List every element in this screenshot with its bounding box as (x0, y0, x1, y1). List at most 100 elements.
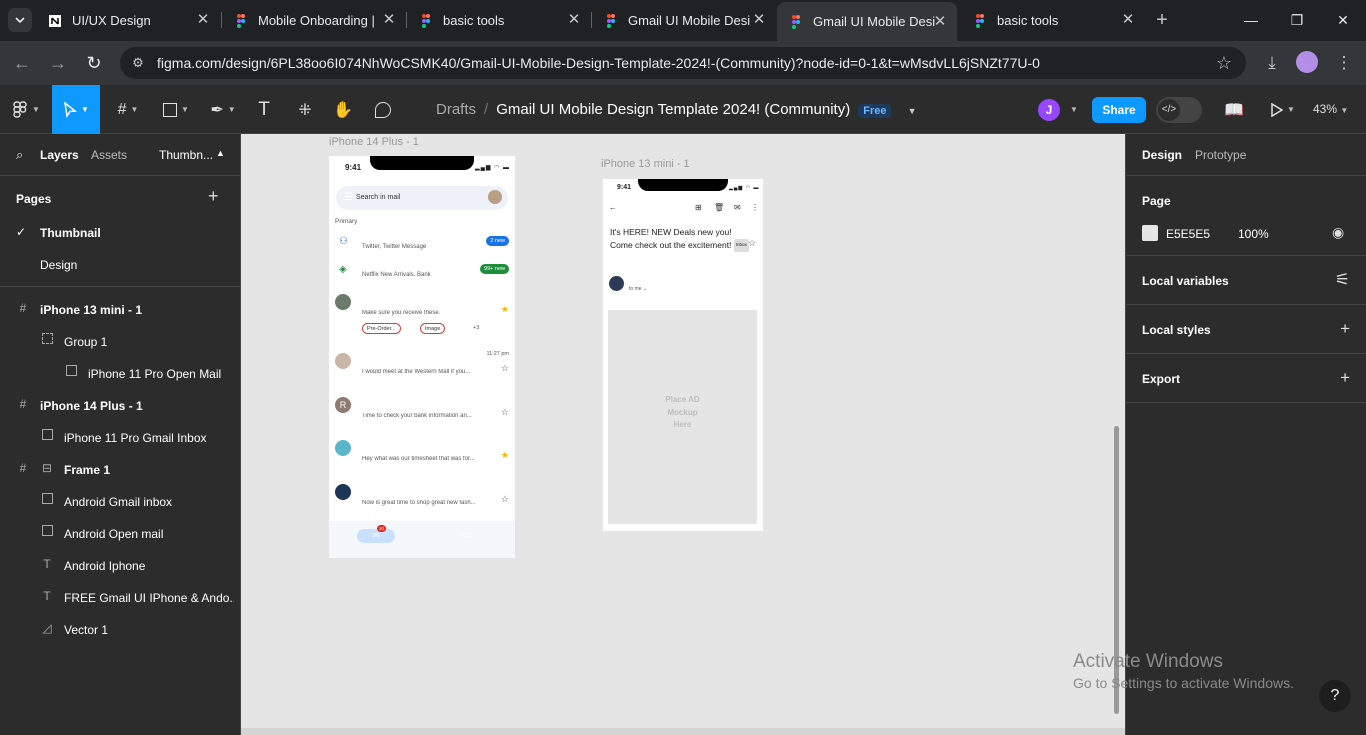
star-outline-icon[interactable]: ☆ (501, 494, 509, 505)
email-row[interactable]: Stephanie Everhill When do we meet again… (329, 350, 515, 394)
new-tab-icon[interactable]: + (1152, 10, 1172, 30)
shape-tool-button[interactable]: ▼ (156, 85, 196, 134)
text-tool-button[interactable]: T (252, 85, 276, 134)
tab-layers[interactable]: Layers (40, 148, 79, 162)
browser-tab[interactable]: UI/UX Design ✕ (36, 0, 220, 41)
help-button[interactable]: ? (1319, 680, 1351, 712)
reload-icon[interactable]: ↻ (82, 51, 106, 75)
close-tab-icon[interactable]: ✕ (382, 12, 396, 27)
star-filled-icon[interactable]: ★ (501, 304, 509, 315)
close-tab-icon[interactable]: ✕ (933, 14, 947, 29)
browser-tab[interactable]: Gmail UI Mobile Desi ✕ (592, 0, 776, 41)
close-window-icon[interactable]: ✕ (1335, 10, 1351, 30)
export-section[interactable]: Export + (1126, 354, 1366, 403)
mail-tab[interactable]: ✉ (357, 529, 395, 543)
present-button[interactable]: ▼ (1266, 85, 1300, 134)
email-row[interactable]: R Random Bank Online Random Bank Account… (329, 394, 515, 438)
share-button[interactable]: Share (1092, 97, 1146, 123)
breadcrumb-drafts[interactable]: Drafts (436, 101, 476, 118)
more-vertical-icon[interactable]: ⋮ (751, 203, 759, 212)
dev-mode-toggle[interactable]: </> (1156, 97, 1202, 123)
browser-menu-icon[interactable]: ⋮ (1332, 51, 1356, 75)
eye-icon[interactable]: ◉ (1332, 224, 1344, 241)
file-name[interactable]: Gmail UI Mobile Design Template 2024! (C… (496, 101, 850, 118)
zoom-level[interactable]: 43% ▼ (1313, 102, 1348, 116)
browser-tab[interactable]: basic tools ✕ (961, 0, 1145, 41)
forward-arrow-icon[interactable]: → (46, 51, 70, 75)
move-tool-button[interactable]: ▼ (52, 85, 100, 134)
close-tab-icon[interactable]: ✕ (196, 12, 210, 27)
layer-vector-1[interactable]: ◿ Vector 1 (0, 613, 240, 645)
star-outline-icon[interactable]: ☆ (748, 238, 756, 249)
library-book-icon[interactable]: 📖 (1222, 85, 1246, 134)
close-tab-icon[interactable]: ✕ (567, 12, 581, 27)
page-item-thumbnail[interactable]: ✓ Thumbnail (0, 216, 240, 248)
star-filled-icon[interactable]: ★ (501, 450, 509, 461)
add-page-icon[interactable]: + (208, 186, 219, 207)
page-color-swatch[interactable] (1142, 225, 1158, 241)
back-arrow-icon[interactable]: ← (609, 203, 617, 212)
layer-android-gmail-inbox[interactable]: Android Gmail inbox (0, 485, 240, 517)
tab-search-button[interactable] (8, 8, 32, 32)
browser-tab-active[interactable]: Gmail UI Mobile Desi ✕ (777, 2, 957, 41)
email-row[interactable]: UniqueYou by SecretKissShop Learn new Tr… (329, 481, 515, 525)
layer-iphone-11-open-mail[interactable]: iPhone 11 Pro Open Mail (0, 357, 240, 389)
tab-design[interactable]: Design (1142, 148, 1182, 162)
layer-iphone-13-mini[interactable]: # iPhone 13 mini - 1 (0, 293, 240, 325)
hand-tool-button[interactable]: ✋ (330, 85, 356, 134)
tab-assets[interactable]: Assets (91, 148, 127, 162)
frame-label[interactable]: iPhone 14 Plus - 1 (329, 136, 419, 148)
search-icon[interactable]: ⌕ (16, 147, 23, 163)
page-color-hex[interactable]: E5E5E5 (1166, 227, 1210, 241)
page-opacity[interactable]: 100% (1238, 227, 1269, 241)
archive-icon[interactable]: ⊞ (695, 203, 702, 212)
multiplayer-chevron-icon[interactable]: ▼ (1066, 85, 1078, 134)
layer-iphone-11-gmail-inbox[interactable]: iPhone 11 Pro Gmail Inbox (0, 421, 240, 453)
frame-label[interactable]: iPhone 13 mini - 1 (601, 158, 690, 170)
star-outline-icon[interactable]: ☆ (501, 407, 509, 418)
browser-tab[interactable]: basic tools ✕ (407, 0, 591, 41)
page-item-design[interactable]: Design (0, 248, 240, 280)
variables-adjust-icon[interactable]: ⚟ (1335, 270, 1350, 290)
reply-icon[interactable]: ↶ (733, 279, 740, 288)
main-menu-button[interactable]: ▼ (0, 85, 52, 134)
add-style-icon[interactable]: + (1340, 319, 1350, 339)
layer-free-gmail-ui[interactable]: T FREE Gmail UI IPhone & Ando... (0, 581, 240, 613)
star-outline-icon[interactable]: ☆ (501, 363, 509, 374)
category-social[interactable]: ⚇ Social Twitter, Twitter Message 2 new (329, 234, 515, 258)
user-avatar[interactable]: J (1038, 99, 1060, 121)
trash-icon[interactable]: 🗑 (714, 203, 724, 212)
pen-tool-button[interactable]: ✒ ▼ (202, 85, 244, 134)
close-tab-icon[interactable]: ✕ (1121, 12, 1135, 27)
more-vertical-icon[interactable]: ⋮ (752, 279, 760, 288)
restore-icon[interactable]: ❐ (1289, 10, 1305, 30)
layer-android-iphone[interactable]: T Android Iphone (0, 549, 240, 581)
comment-tool-button[interactable] (370, 85, 396, 134)
email-row[interactable]: Taylor Grey Timesheet nextweek? Hey what… (329, 437, 515, 481)
minimize-icon[interactable]: — (1243, 10, 1259, 30)
attachment-chip[interactable]: Image (420, 323, 446, 334)
recipient-toggle[interactable]: to me ⌄ (629, 286, 647, 292)
close-tab-icon[interactable]: ✕ (752, 12, 766, 27)
browser-tab[interactable]: Mobile Onboarding | ✕ (222, 0, 406, 41)
site-settings-icon[interactable]: ⚙ (130, 55, 146, 71)
resources-button[interactable]: ⁜ (292, 85, 318, 134)
layer-frame-1[interactable]: # ⊟ Frame 1 (0, 453, 240, 485)
download-icon[interactable]: ⤓ (1260, 51, 1284, 75)
mail-unread-icon[interactable]: ✉ (734, 203, 741, 212)
tab-prototype[interactable]: Prototype (1195, 148, 1246, 162)
chevron-up-icon[interactable]: ▲ (216, 148, 225, 158)
file-menu-chevron-icon[interactable]: ▼ (908, 106, 917, 116)
profile-avatar[interactable] (1296, 51, 1318, 73)
category-promotions[interactable]: ◈ Promotions Netflix New Arrivals, Bank … (329, 262, 515, 286)
url-field[interactable]: ⚙ figma.com/design/6PL38oo6I074NhWoCSMK4… (120, 47, 1246, 79)
video-camera-icon[interactable]: ▭ (462, 529, 471, 540)
local-styles-section[interactable]: Local styles + (1126, 305, 1366, 354)
attachment-chip[interactable]: Pre-Order... (362, 323, 401, 334)
local-variables-section[interactable]: Local variables ⚟ (1126, 256, 1366, 305)
layer-android-open-mail[interactable]: Android Open mail (0, 517, 240, 549)
frame-tool-button[interactable]: # ▼ (108, 85, 148, 134)
bookmark-star-icon[interactable]: ☆ (1216, 53, 1232, 74)
current-page-dropdown[interactable]: Thumbn... (159, 148, 213, 162)
layer-iphone-14-plus[interactable]: # iPhone 14 Plus - 1 (0, 389, 240, 421)
